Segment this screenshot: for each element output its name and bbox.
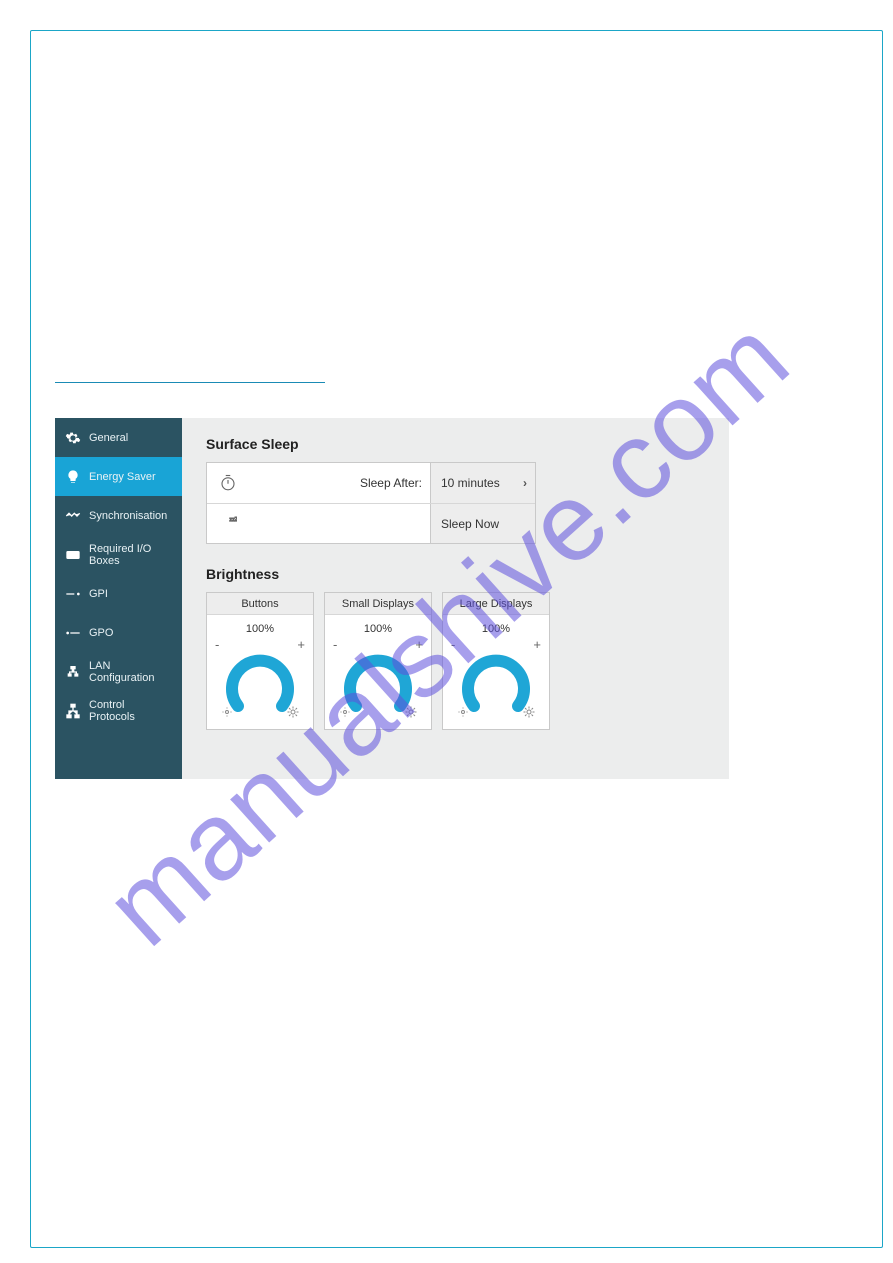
sidebar-item-label: Control Protocols	[89, 699, 172, 723]
brightness-card-small-displays: Small Displays 100% - +	[324, 592, 432, 730]
brightness-minus-button[interactable]: -	[215, 637, 219, 652]
sync-icon	[65, 508, 81, 524]
sidebar-item-synchronisation[interactable]: Synchronisation	[55, 496, 182, 535]
sleep-after-button[interactable]: 10 minutes ›	[430, 463, 535, 503]
brightness-dial[interactable]	[222, 648, 298, 710]
settings-screenshot: General Energy Saver Synchronisation Req…	[55, 418, 729, 779]
sidebar-item-label: Energy Saver	[89, 471, 156, 483]
lan-icon	[65, 664, 81, 680]
brightness-card-buttons: Buttons 100% - +	[206, 592, 314, 730]
sleep-now-label: Sleep Now	[441, 517, 499, 531]
brightness-plus-button[interactable]: +	[533, 637, 541, 652]
sidebar-item-gpi[interactable]: GPI	[55, 574, 182, 613]
sleep-after-row: Sleep After: 10 minutes ›	[207, 463, 535, 503]
sleep-now-row: zzZ Sleep Now	[207, 503, 535, 543]
sleep-after-value: 10 minutes	[441, 476, 500, 490]
gpi-icon	[65, 586, 81, 602]
brightness-value: 100%	[449, 623, 543, 635]
gpo-icon	[65, 625, 81, 641]
gear-icon	[65, 430, 81, 446]
brightness-card-header: Large Displays	[443, 593, 549, 615]
chevron-right-icon: ›	[523, 476, 527, 490]
brightness-cards: Buttons 100% - +	[206, 592, 705, 730]
brightness-card-header: Buttons	[207, 593, 313, 615]
sidebar: General Energy Saver Synchronisation Req…	[55, 418, 182, 779]
io-box-icon	[65, 547, 81, 563]
brightness-plus-button[interactable]: +	[415, 637, 423, 652]
sidebar-item-label: GPI	[89, 588, 108, 600]
figure-caption	[55, 378, 325, 383]
brightness-minus-button[interactable]: -	[451, 637, 455, 652]
sidebar-item-general[interactable]: General	[55, 418, 182, 457]
sleep-now-button[interactable]: Sleep Now	[430, 504, 535, 543]
timer-icon	[207, 474, 249, 492]
sidebar-item-label: General	[89, 432, 128, 444]
sidebar-item-label: Required I/O Boxes	[89, 543, 172, 567]
brightness-plus-button[interactable]: +	[297, 637, 305, 652]
sidebar-item-required-io-boxes[interactable]: Required I/O Boxes	[55, 535, 182, 574]
sidebar-item-energy-saver[interactable]: Energy Saver	[55, 457, 182, 496]
brightness-dial[interactable]	[340, 648, 416, 710]
sidebar-item-gpo[interactable]: GPO	[55, 613, 182, 652]
surface-sleep-title: Surface Sleep	[206, 436, 705, 452]
sleep-after-label: Sleep After:	[360, 476, 422, 490]
sidebar-item-label: GPO	[89, 627, 113, 639]
brightness-value: 100%	[331, 623, 425, 635]
brightness-minus-button[interactable]: -	[333, 637, 337, 652]
brightness-dial[interactable]	[458, 648, 534, 710]
svg-text:zzZ: zzZ	[230, 517, 238, 523]
moon-icon: zzZ	[207, 515, 249, 533]
sidebar-item-control-protocols[interactable]: Control Protocols	[55, 691, 182, 730]
protocols-icon	[65, 703, 81, 719]
surface-sleep-group: Sleep After: 10 minutes › zzZ Sleep Now	[206, 462, 536, 544]
main-panel: Surface Sleep Sleep After: 10 minutes › …	[182, 418, 729, 779]
sidebar-item-label: LAN Configuration	[89, 660, 172, 684]
brightness-card-header: Small Displays	[325, 593, 431, 615]
brightness-title: Brightness	[206, 566, 705, 582]
bulb-icon	[65, 469, 81, 485]
brightness-value: 100%	[213, 623, 307, 635]
brightness-card-large-displays: Large Displays 100% - +	[442, 592, 550, 730]
sidebar-item-lan-configuration[interactable]: LAN Configuration	[55, 652, 182, 691]
sidebar-item-label: Synchronisation	[89, 510, 167, 522]
